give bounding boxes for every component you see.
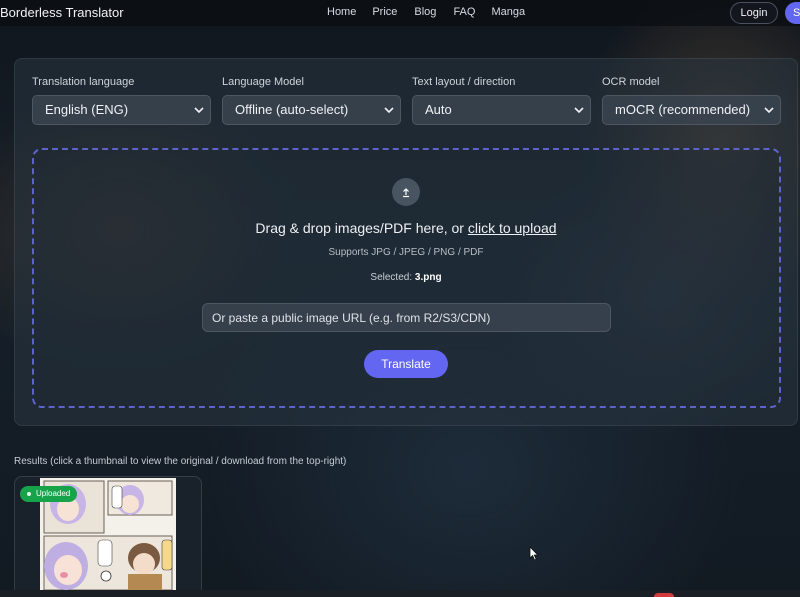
language-model-value: Offline (auto-select) [235,102,349,117]
nav-price[interactable]: Price [372,6,397,18]
translation-language-label: Translation language [32,76,135,88]
login-button[interactable]: Login [730,2,778,24]
language-model-label: Language Model [222,76,304,88]
ocr-model-label: OCR model [602,76,660,88]
text-layout-select[interactable]: Auto [412,95,591,125]
translation-language-value: English (ENG) [45,102,129,117]
translate-button[interactable]: Translate [364,350,448,378]
nav-blog[interactable]: Blog [414,6,436,18]
upload-icon[interactable] [392,178,420,206]
ocr-model-select[interactable]: mOCR (recommended) [602,95,781,125]
top-navbar: Borderless Translator Home Price Blog FA… [0,0,800,26]
selected-prefix: Selected: [370,272,415,283]
mouse-cursor-icon [529,546,539,561]
nav-home[interactable]: Home [327,6,356,18]
uploaded-status-badge: Uploaded [20,486,78,502]
taskbar-app-icon[interactable] [654,593,674,597]
chevron-down-icon [764,107,774,114]
chevron-down-icon [574,107,584,114]
text-layout-label: Text layout / direction [412,76,516,88]
main-nav: Home Price Blog FAQ Manga [327,6,525,18]
ocr-model-value: mOCR (recommended) [615,102,751,117]
text-layout-value: Auto [425,102,452,117]
image-url-input[interactable] [202,303,611,332]
selected-file: Selected: 3.png [0,272,800,283]
chevron-down-icon [384,107,394,114]
supported-formats: Supports JPG / JPEG / PNG / PDF [328,247,484,258]
dropzone-instructions: Drag & drop images/PDF here, or click to… [0,220,800,236]
chevron-down-icon [194,107,204,114]
selected-filename: 3.png [414,272,442,283]
nav-manga[interactable]: Manga [491,6,525,18]
drop-text: Drag & drop images/PDF here, or [255,220,468,236]
os-taskbar [0,590,800,597]
click-to-upload-link[interactable]: click to upload [468,220,557,236]
brand-logo[interactable]: Borderless Translator [0,5,124,20]
translation-language-select[interactable]: English (ENG) [32,95,211,125]
language-model-select[interactable]: Offline (auto-select) [222,95,401,125]
signup-button[interactable]: S [785,2,800,24]
results-label: Results (click a thumbnail to view the o… [14,456,347,467]
nav-faq[interactable]: FAQ [453,6,475,18]
